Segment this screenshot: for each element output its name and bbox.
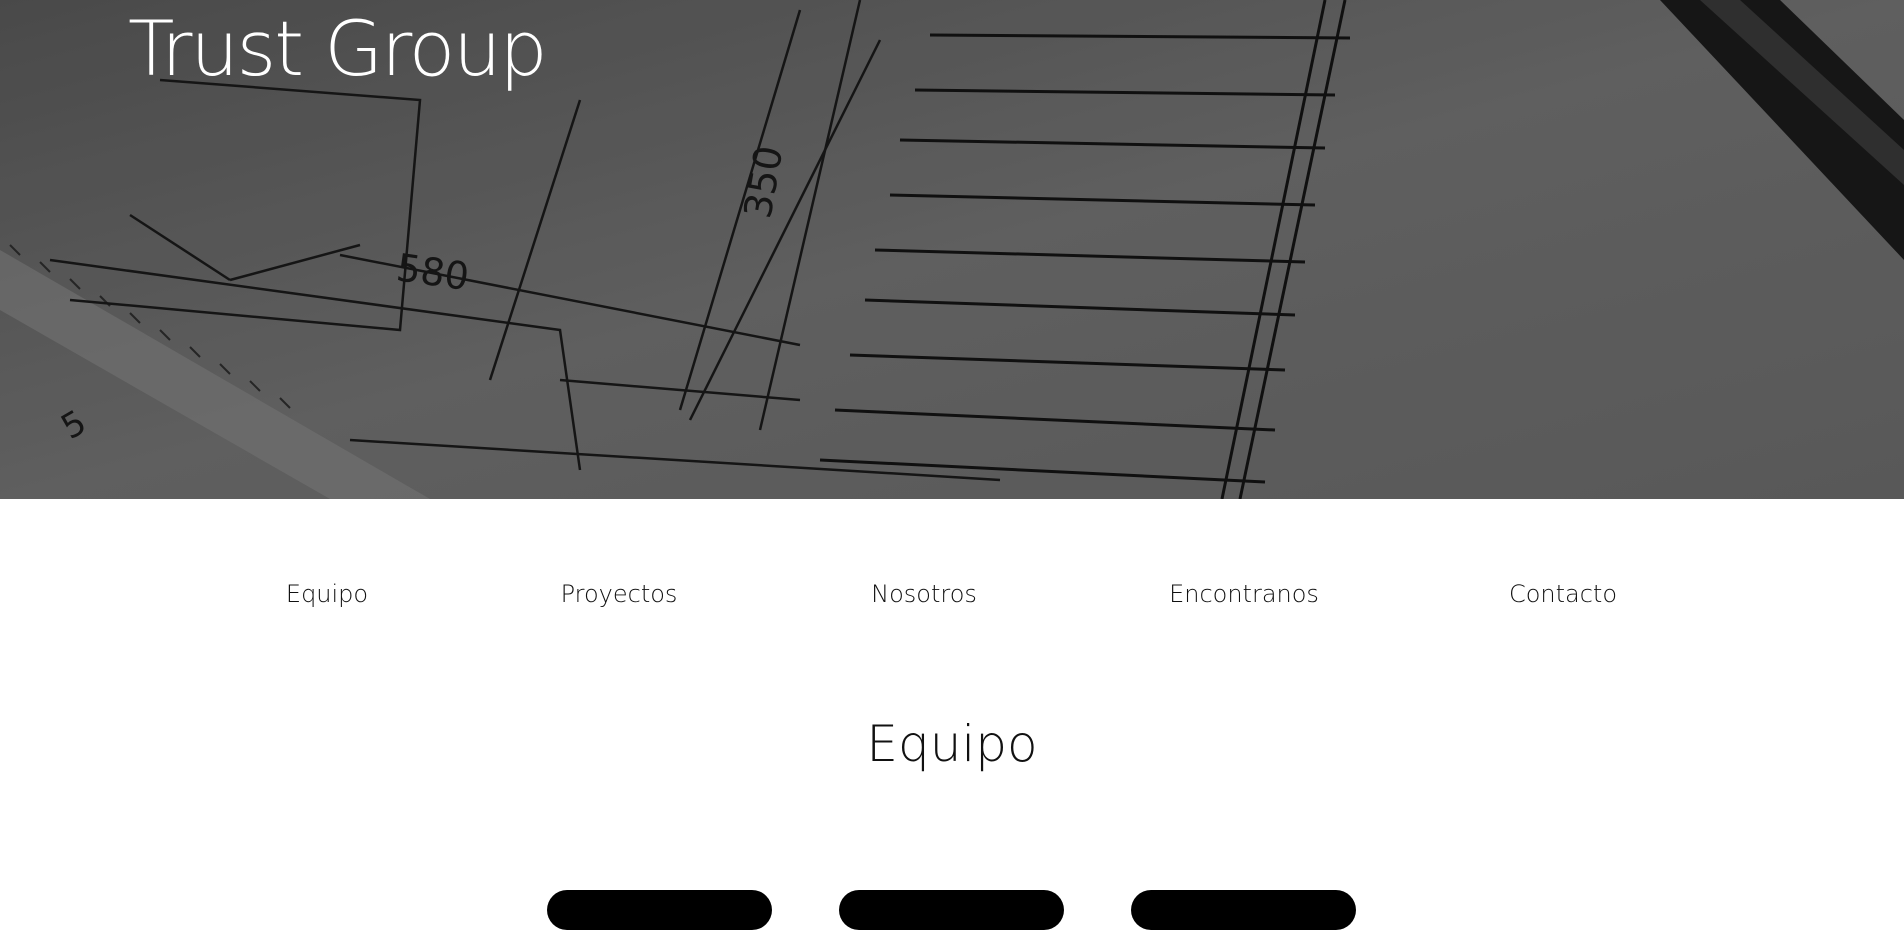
nav-link-proyectos[interactable]: Proyectos (561, 580, 678, 608)
hero-banner: 580 350 5 Trust Group (0, 0, 1904, 499)
nav-link-encontranos[interactable]: Encontranos (1169, 580, 1319, 608)
main-navigation: Equipo Proyectos Nosotros Encontranos Co… (0, 580, 1904, 620)
team-card[interactable] (839, 890, 1064, 930)
site-title: Trust Group (128, 4, 548, 93)
section-title-equipo: Equipo (866, 715, 1038, 773)
nav-link-contacto[interactable]: Contacto (1509, 580, 1617, 608)
nav-link-nosotros[interactable]: Nosotros (871, 580, 977, 608)
nav-link-equipo[interactable]: Equipo (286, 580, 368, 608)
team-card[interactable] (547, 890, 772, 930)
team-card[interactable] (1131, 890, 1356, 930)
